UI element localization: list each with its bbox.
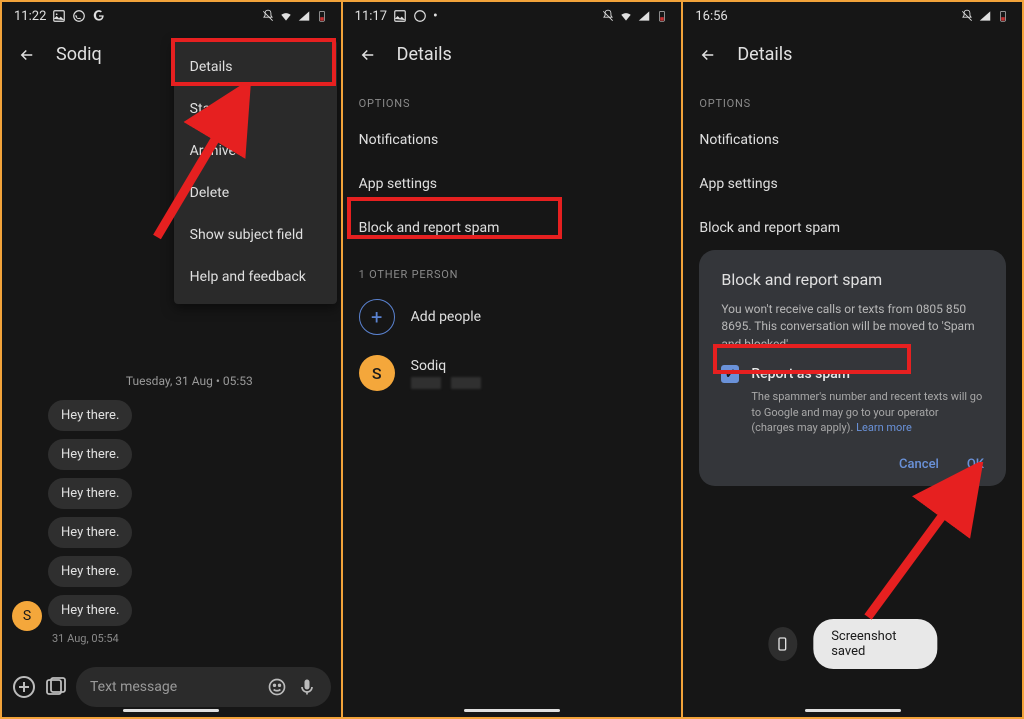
dialog-body: You won't receive calls or texts from 08… (721, 301, 984, 353)
date-label: Tuesday, 31 Aug • 05:53 (48, 366, 331, 396)
image-icon (393, 9, 407, 23)
page-title: Details (737, 44, 792, 65)
toast-label[interactable]: Screenshot saved (813, 619, 937, 669)
ok-button[interactable]: OK (967, 457, 984, 472)
overflow-menu: Details Starred Archive Delete Show subj… (174, 40, 337, 304)
compose-placeholder: Text message (90, 679, 257, 695)
battery-icon (315, 9, 329, 23)
nav-indicator (805, 709, 901, 712)
dialog-title: Block and report spam (721, 270, 984, 289)
panel-block-dialog: 16:56 Details OPTIONS Notifications App … (682, 2, 1024, 717)
back-arrow-icon[interactable] (359, 46, 377, 64)
message-list[interactable]: Tuesday, 31 Aug • 05:53 Hey there. Hey t… (2, 366, 341, 651)
nav-indicator (464, 709, 560, 712)
block-report-dialog: Block and report spam You won't receive … (699, 250, 1006, 486)
back-arrow-icon[interactable] (18, 46, 36, 64)
signal-icon (978, 9, 992, 23)
signal-icon (637, 9, 651, 23)
page-title: Details (397, 44, 452, 65)
menu-archive[interactable]: Archive (174, 130, 337, 172)
person-name: Sodiq (411, 358, 481, 374)
dialog-subtext: The spammer's number and recent texts wi… (751, 389, 984, 435)
add-people-label: Add people (411, 309, 481, 325)
status-time: 11:17 (355, 9, 387, 24)
person-avatar: S (359, 355, 395, 391)
person-phone-blurred (411, 377, 481, 389)
message-bubble[interactable]: Hey there. (48, 439, 132, 470)
add-icon[interactable] (12, 675, 36, 699)
cancel-button[interactable]: Cancel (899, 457, 939, 472)
contact-name: Sodiq (56, 44, 102, 65)
nav-indicator (123, 709, 219, 712)
image-icon (52, 9, 66, 23)
status-time: 11:22 (14, 9, 46, 24)
menu-starred[interactable]: Starred (174, 88, 337, 130)
phone-icon[interactable] (768, 627, 797, 661)
signal-icon (297, 9, 311, 23)
whatsapp-icon (413, 9, 427, 23)
panel-details: 11:17 • Details OPTIONS Notifications Ap… (342, 2, 683, 717)
status-time: 16:56 (695, 9, 727, 24)
menu-details[interactable]: Details (174, 46, 337, 88)
back-arrow-icon[interactable] (699, 46, 717, 64)
notifications-item[interactable]: Notifications (683, 118, 1022, 162)
learn-more-link[interactable]: Learn more (856, 421, 912, 434)
message-time: 31 Aug, 05:54 (52, 632, 331, 645)
checkbox-icon[interactable]: ✓ (721, 365, 739, 383)
message-bubble[interactable]: Hey there. (48, 595, 132, 626)
app-settings-item[interactable]: App settings (343, 162, 682, 206)
mic-icon[interactable] (297, 677, 317, 697)
person-row[interactable]: S Sodiq (343, 345, 682, 401)
message-bubble[interactable]: Hey there. (48, 556, 132, 587)
whatsapp-icon (72, 9, 86, 23)
dnd-icon (960, 9, 974, 23)
options-label: OPTIONS (343, 79, 682, 118)
message-bubble[interactable]: Hey there. (48, 478, 132, 509)
emoji-icon[interactable] (267, 677, 287, 697)
report-spam-row[interactable]: ✓ Report as spam (721, 365, 984, 383)
sender-avatar[interactable]: S (12, 601, 42, 631)
app-settings-item[interactable]: App settings (683, 162, 1022, 206)
panel-chat: 11:22 Sodiq Details Starred Archive Dele… (0, 2, 342, 717)
details-header: Details (343, 30, 682, 79)
battery-icon (655, 9, 669, 23)
other-person-label: 1 OTHER PERSON (343, 250, 682, 289)
google-icon (92, 9, 106, 23)
menu-delete[interactable]: Delete (174, 172, 337, 214)
dot-icon: • (433, 8, 438, 24)
compose-bar: Text message (2, 667, 341, 707)
wifi-icon (619, 9, 633, 23)
gallery-icon[interactable] (44, 675, 68, 699)
add-icon: + (359, 299, 395, 335)
message-input[interactable]: Text message (76, 667, 331, 707)
wifi-icon (279, 9, 293, 23)
block-report-item[interactable]: Block and report spam (683, 206, 1022, 250)
status-bar: 11:17 • (343, 2, 682, 30)
block-report-item[interactable]: Block and report spam (343, 206, 682, 250)
menu-show-subject[interactable]: Show subject field (174, 214, 337, 256)
message-bubble[interactable]: Hey there. (48, 400, 132, 431)
dnd-icon (601, 9, 615, 23)
details-header: Details (683, 30, 1022, 79)
add-people-row[interactable]: + Add people (343, 289, 682, 345)
status-bar: 16:56 (683, 2, 1022, 30)
options-label: OPTIONS (683, 79, 1022, 118)
menu-help-feedback[interactable]: Help and feedback (174, 256, 337, 298)
report-spam-label: Report as spam (751, 366, 850, 382)
dnd-icon (261, 9, 275, 23)
notifications-item[interactable]: Notifications (343, 118, 682, 162)
status-bar: 11:22 (2, 2, 341, 30)
battery-icon (996, 9, 1010, 23)
message-bubble[interactable]: Hey there. (48, 517, 132, 548)
screenshot-toast: Screenshot saved (768, 619, 937, 669)
